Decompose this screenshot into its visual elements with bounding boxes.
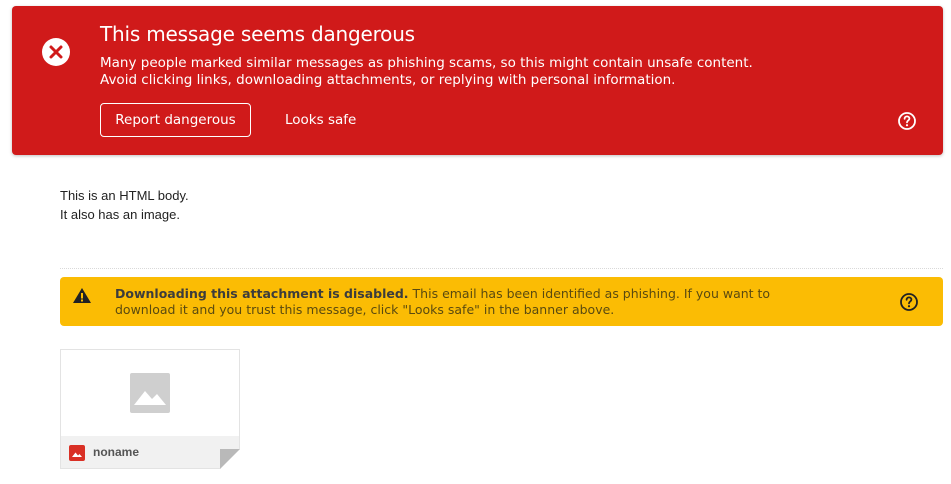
attachment-card[interactable]: noname <box>60 349 240 469</box>
looks-safe-button[interactable]: Looks safe <box>275 103 366 137</box>
error-circle-icon <box>42 38 70 66</box>
image-placeholder-icon <box>130 373 170 413</box>
warning-message: Downloading this attachment is disabled.… <box>115 286 805 318</box>
folded-corner-icon <box>220 449 240 469</box>
help-circle-icon[interactable] <box>898 291 920 313</box>
attachment-footer: noname <box>61 436 239 468</box>
banner-title: This message seems dangerous <box>100 22 415 46</box>
body-line: This is an HTML body. <box>60 188 189 203</box>
body-line: It also has an image. <box>60 207 180 222</box>
image-file-icon <box>69 445 85 461</box>
attachments-divider <box>60 268 943 269</box>
attachment-filename: noname <box>93 445 140 459</box>
banner-description: Many people marked similar messages as p… <box>100 55 753 88</box>
phishing-warning-banner: This message seems dangerous Many people… <box>12 6 943 155</box>
report-dangerous-button[interactable]: Report dangerous <box>100 103 251 137</box>
warning-heading: Downloading this attachment is disabled. <box>115 286 409 301</box>
attachment-disabled-warning: Downloading this attachment is disabled.… <box>60 277 943 326</box>
help-circle-icon[interactable] <box>896 110 918 132</box>
attachment-thumbnail <box>61 350 239 436</box>
message-body: This is an HTML body. It also has an ima… <box>60 186 189 224</box>
warning-triangle-icon <box>73 288 91 303</box>
